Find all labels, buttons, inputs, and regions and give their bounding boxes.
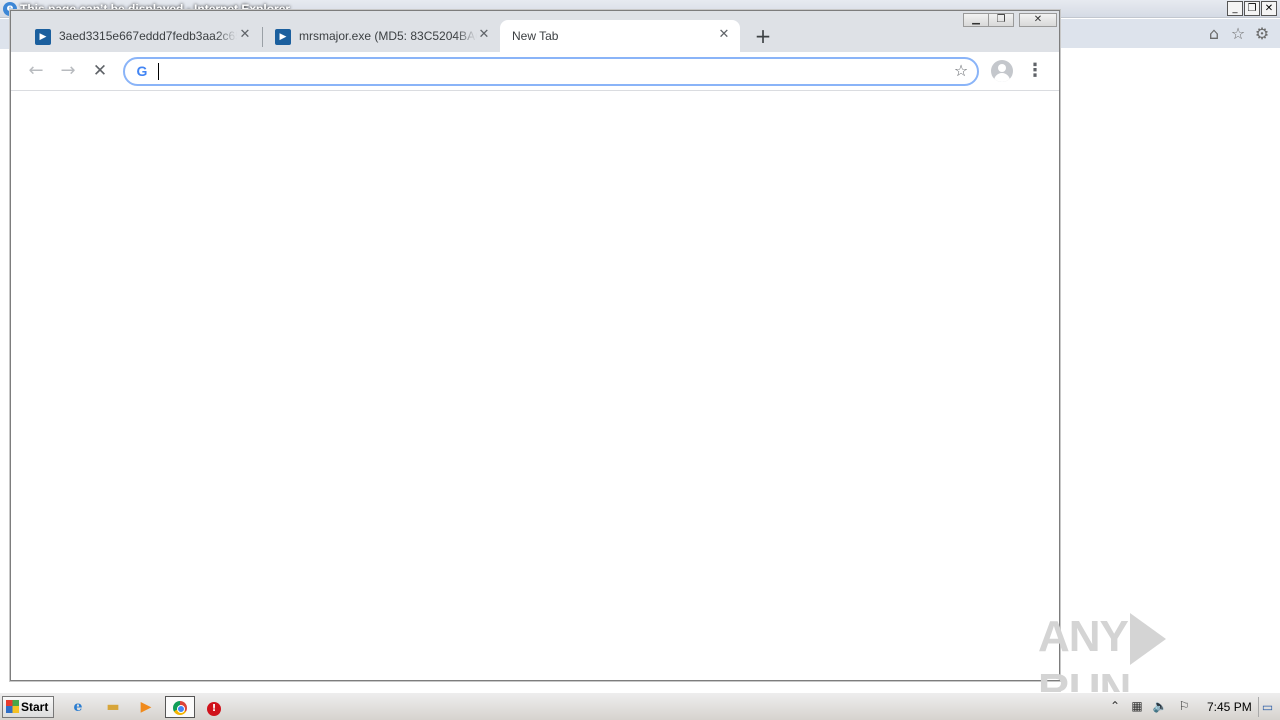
profile-avatar-icon[interactable]: [991, 60, 1013, 82]
watermark-text-left: ANY: [1038, 612, 1129, 661]
chrome-icon[interactable]: [165, 696, 195, 718]
clock[interactable]: 7:45 PM: [1207, 700, 1252, 714]
media-player-icon[interactable]: ▶: [131, 696, 161, 718]
tab-new-tab-active[interactable]: New Tab ✕: [500, 20, 740, 52]
omnibox[interactable]: G ☆: [123, 57, 979, 86]
forward-arrow-icon[interactable]: →: [56, 60, 80, 84]
address-bar-input[interactable]: [155, 61, 935, 82]
tab-title: New Tab: [512, 29, 559, 43]
google-icon: G: [136, 63, 148, 79]
network-icon[interactable]: ▦: [1129, 698, 1145, 714]
tab-title: 3aed3315e667eddd7fedb3aa2c65a7: [59, 29, 237, 43]
tab-1[interactable]: ▶ 3aed3315e667eddd7fedb3aa2c65a7 ✕: [23, 20, 261, 52]
back-arrow-icon[interactable]: ←: [24, 60, 48, 84]
tab-close-icon[interactable]: ✕: [476, 27, 492, 43]
ie-close-button[interactable]: ✕: [1261, 1, 1277, 16]
chrome-minimize-button[interactable]: ▁: [963, 13, 989, 27]
bookmark-star-icon[interactable]: ☆: [951, 61, 971, 81]
stop-icon[interactable]: !: [199, 696, 229, 718]
kebab-menu-icon[interactable]: ⋮: [1025, 60, 1045, 84]
chrome-close-button[interactable]: ✕: [1019, 13, 1057, 27]
chrome-window: ▁ ❐ ✕ ▶ 3aed3315e667eddd7fedb3aa2c65a7 ✕…: [10, 10, 1060, 681]
action-center-flag-icon[interactable]: ⚐: [1176, 698, 1192, 714]
folder-icon[interactable]: ▬: [98, 696, 128, 718]
show-desktop-icon[interactable]: ▭: [1258, 697, 1276, 717]
start-button[interactable]: Start: [2, 696, 54, 718]
ie-minimize-button[interactable]: _: [1227, 1, 1243, 16]
volume-icon[interactable]: 🔈: [1152, 698, 1168, 714]
ie-nav-strip: [0, 19, 10, 49]
internet-explorer-icon[interactable]: e: [63, 696, 93, 718]
tab-title: mrsmajor.exe (MD5: 83C5204BACB4: [299, 29, 477, 43]
text-caret: [158, 63, 159, 80]
favorites-star-icon[interactable]: ☆: [1229, 25, 1247, 43]
taskbar: Start e ▬ ▶ ! ⌃ ▦ 🔈 ⚐ 7:45 PM ▭: [0, 692, 1280, 720]
stop-loading-icon[interactable]: ✕: [88, 60, 112, 84]
tab-close-icon[interactable]: ✕: [237, 27, 253, 43]
watermark-play-icon: [1129, 613, 1166, 666]
chrome-toolbar: ← → ✕ G ☆ ⋮: [11, 52, 1059, 91]
new-tab-button[interactable]: +: [751, 25, 775, 49]
tab-close-icon[interactable]: ✕: [716, 27, 732, 43]
anyrun-watermark: ANYRUN: [1038, 612, 1238, 714]
ie-toolbar: ⌂ ☆ ⚙: [1058, 19, 1280, 48]
windows-flag-icon: [6, 700, 19, 713]
show-hidden-icons-icon[interactable]: ⌃: [1107, 698, 1123, 714]
start-label: Start: [21, 700, 49, 714]
home-icon[interactable]: ⌂: [1205, 25, 1223, 43]
tab-2[interactable]: ▶ mrsmajor.exe (MD5: 83C5204BACB4 ✕: [263, 20, 500, 52]
page-content[interactable]: [11, 92, 1059, 680]
chrome-restore-button[interactable]: ❐: [988, 13, 1014, 27]
gear-icon[interactable]: ⚙: [1253, 25, 1271, 43]
ie-restore-button[interactable]: ❐: [1244, 1, 1260, 16]
anyrun-favicon-icon: ▶: [35, 29, 51, 45]
tab-strip: ▁ ❐ ✕ ▶ 3aed3315e667eddd7fedb3aa2c65a7 ✕…: [11, 11, 1059, 52]
anyrun-favicon-icon: ▶: [275, 29, 291, 45]
